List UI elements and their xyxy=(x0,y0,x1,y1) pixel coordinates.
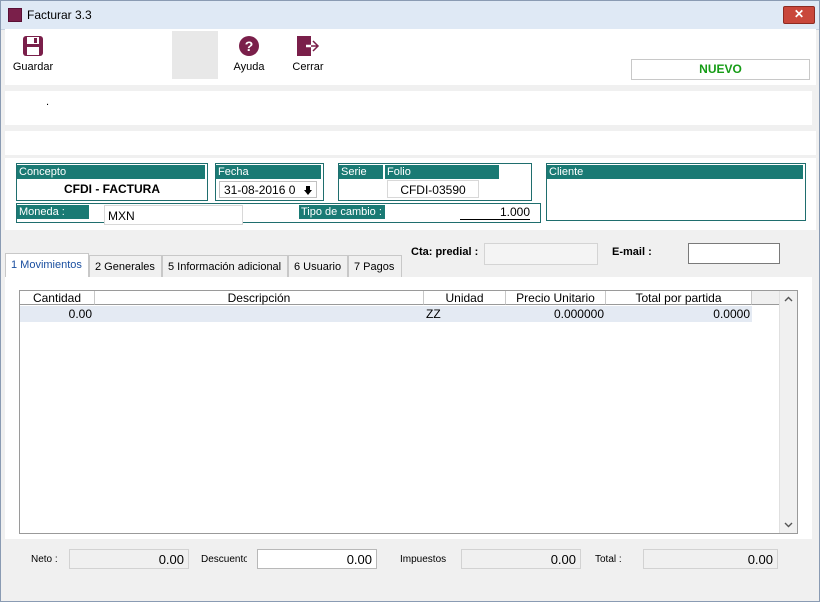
concepto-group: Concepto CFDI - FACTURA xyxy=(16,163,208,201)
tab-usuario[interactable]: 6 Usuario xyxy=(288,255,348,277)
descuento-input[interactable]: 0.00 xyxy=(257,549,377,569)
ayuda-label: Ayuda xyxy=(233,61,265,73)
totals-bar: Neto : 0.00 Descuento 0.00 Impuestos 0.0… xyxy=(5,541,812,577)
scroll-up-icon[interactable] xyxy=(780,293,797,305)
col-precio-unitario[interactable]: Precio Unitario xyxy=(506,291,606,305)
concepto-label: Concepto xyxy=(17,165,205,179)
ayuda-button[interactable]: ? Ayuda xyxy=(229,35,269,73)
app-icon xyxy=(8,8,22,22)
grid-header-filler xyxy=(752,291,780,305)
cell-descripcion[interactable] xyxy=(95,306,424,322)
cliente-label: Cliente xyxy=(547,165,803,179)
total-label: Total : xyxy=(595,554,622,565)
serie-folio-group: Serie Folio CFDI-03590 xyxy=(338,163,532,201)
help-icon: ? xyxy=(239,36,259,56)
moneda-value[interactable]: MXN xyxy=(104,205,243,225)
tab-informacion-adicional[interactable]: 5 Información adicional xyxy=(162,255,288,277)
main-window: Facturar 3.3 ✕ Guardar ? Ayuda Cerrar NU… xyxy=(0,0,820,602)
cta-predial-label: Cta: predial : xyxy=(411,246,479,258)
status-badge: NUEVO xyxy=(631,59,810,80)
tipo-cambio-value[interactable]: 1.000 xyxy=(460,205,530,220)
fecha-group: Fecha 31-08-2016 0 xyxy=(215,163,324,201)
cell-total[interactable]: 0.0000 xyxy=(606,306,752,322)
col-total-partida[interactable]: Total por partida xyxy=(606,291,752,305)
cell-unidad[interactable]: ZZ xyxy=(424,306,506,322)
cta-predial-input[interactable] xyxy=(484,243,598,265)
tab-generales[interactable]: 2 Generales xyxy=(89,255,162,277)
window-title: Facturar 3.3 xyxy=(27,8,92,22)
movimientos-panel: Cantidad Descripción Unidad Precio Unita… xyxy=(5,277,812,539)
cerrar-button[interactable]: Cerrar xyxy=(288,35,328,73)
cell-cantidad[interactable]: 0.00 xyxy=(20,306,95,322)
toolbar: Guardar ? Ayuda Cerrar NUEVO xyxy=(5,29,816,85)
exit-icon xyxy=(297,36,320,56)
serie-value[interactable] xyxy=(341,180,383,198)
document-header: Concepto CFDI - FACTURA Fecha 31-08-2016… xyxy=(5,158,816,230)
cell-precio[interactable]: 0.000000 xyxy=(506,306,606,322)
guardar-button[interactable]: Guardar xyxy=(11,35,55,73)
cerrar-label: Cerrar xyxy=(292,61,324,73)
fecha-picker[interactable]: 31-08-2016 0 xyxy=(219,181,317,198)
close-button[interactable]: ✕ xyxy=(783,6,815,24)
blank-toolbar-button[interactable] xyxy=(172,31,218,79)
neto-value: 0.00 xyxy=(69,549,189,569)
arrow-down-icon[interactable] xyxy=(304,186,312,195)
info-dot: . xyxy=(46,96,50,108)
email-input[interactable] xyxy=(688,243,780,264)
moneda-label: Moneda : xyxy=(17,205,89,219)
col-unidad[interactable]: Unidad xyxy=(424,291,506,305)
serie-label: Serie xyxy=(339,165,383,179)
impuestos-label: Impuestos xyxy=(400,554,447,565)
movimientos-grid[interactable]: Cantidad Descripción Unidad Precio Unita… xyxy=(19,290,798,534)
cliente-group: Cliente xyxy=(546,163,806,221)
tipo-cambio-label: Tipo de cambio : xyxy=(299,205,385,219)
email-label: E-mail : xyxy=(612,246,652,258)
impuestos-value: 0.00 xyxy=(461,549,581,569)
guardar-label: Guardar xyxy=(12,61,54,73)
grid-scrollbar[interactable] xyxy=(779,291,797,533)
save-icon xyxy=(23,36,43,56)
tab-movimientos[interactable]: 1 Movimientos xyxy=(5,253,89,277)
total-value: 0.00 xyxy=(643,549,778,569)
svg-text:?: ? xyxy=(245,38,254,54)
fecha-value: 31-08-2016 0 xyxy=(224,183,296,197)
neto-label: Neto : xyxy=(31,554,58,565)
title-bar: Facturar 3.3 ✕ xyxy=(1,1,819,30)
scroll-down-icon[interactable] xyxy=(780,519,797,531)
col-descripcion[interactable]: Descripción xyxy=(95,291,424,305)
concepto-value[interactable]: CFDI - FACTURA xyxy=(20,180,204,198)
folio-value[interactable]: CFDI-03590 xyxy=(387,180,479,198)
folio-label: Folio xyxy=(385,165,499,179)
secondary-band xyxy=(5,131,816,155)
info-band: . xyxy=(5,91,812,125)
moneda-group: Moneda : MXN Tipo de cambio : 1.000 xyxy=(16,203,541,225)
col-cantidad[interactable]: Cantidad xyxy=(20,291,95,305)
descuento-label: Descuento xyxy=(201,554,247,565)
cliente-value[interactable] xyxy=(549,181,801,217)
fecha-label: Fecha xyxy=(216,165,321,179)
tab-pagos[interactable]: 7 Pagos xyxy=(348,255,402,277)
